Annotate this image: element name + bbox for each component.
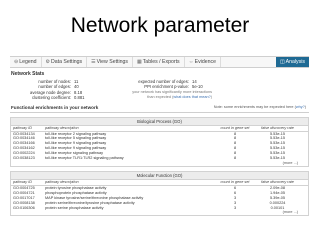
table-caption: Molecular Function (GO) (11, 171, 308, 180)
stats-right: expected number of edges: 14 PPI enrichme… (94, 79, 212, 101)
tab-legend[interactable]: ⊖ Legend (10, 57, 42, 67)
table-cell: protein serine phosphatase activity (45, 205, 104, 210)
why-link[interactable]: why? (296, 105, 305, 109)
tab-evidence[interactable]: ⇔ Evidence (185, 57, 221, 67)
ppi-note-2: than expected (what does that mean?) (94, 95, 212, 100)
enrichment-note-text: ) (304, 105, 306, 110)
enrichment-table-biological-process: Biological Process (GO) pathway ID pathw… (10, 116, 309, 167)
column-header: false discovery rate (261, 125, 294, 130)
tab-data-settings[interactable]: ⚙ Data Settings (42, 57, 88, 67)
table-cell: toll-like receptor TLR1:TLR2 signaling p… (45, 156, 124, 161)
tab-label: View Settings (96, 59, 128, 65)
functional-enrichments-header: Functional enrichments in your network N… (10, 104, 309, 113)
ppi-note-text: ) (210, 95, 212, 100)
table-cell: GO:0106306 (13, 205, 35, 210)
column-header: count in gene set (220, 125, 250, 130)
column-header: count in gene set (220, 179, 250, 184)
tab-tables-exports[interactable]: ▦ Tables / Exports (133, 57, 185, 67)
table-row[interactable]: GO:0038123 toll-like receptor TLR1:TLR2 s… (11, 156, 308, 161)
ppi-note-text: than expected ( (147, 95, 174, 100)
network-stats-heading: Network Stats (11, 71, 45, 77)
slide-title: Network parameter (70, 14, 250, 37)
tab-view-settings[interactable]: ☰ View Settings (87, 57, 133, 67)
stat-label: clustering coefficient: (31, 95, 71, 101)
enrichment-note-text: Note: some enrichments may be expected h… (213, 105, 296, 110)
stats-left: number of nodes: 11 number of edges: 40 av… (10, 79, 94, 101)
gear-icon: ⚙ (45, 59, 50, 65)
tab-label: Evidence (194, 59, 216, 65)
tab-bar: ⊖ Legend ⚙ Data Settings ☰ View Settings… (10, 56, 309, 68)
column-header: pathway description (45, 179, 79, 184)
network-stats: number of nodes: 11 number of edges: 40 av… (10, 79, 309, 101)
functional-enrichments-heading: Functional enrichments in your network (11, 104, 99, 110)
table-cell: GO:0038123 (13, 156, 35, 161)
enrichment-table-molecular-function: Molecular Function (GO) pathway ID pathw… (10, 170, 309, 217)
table-caption: Biological Process (GO) (11, 117, 308, 126)
tab-analysis[interactable]: ◫ Analysis (275, 57, 309, 67)
what-does-that-mean-link[interactable]: what does that mean? (173, 95, 210, 99)
circle-arrow-icon: ⊖ (14, 59, 19, 65)
column-header: pathway description (45, 125, 79, 130)
more-link[interactable]: (more ...) (11, 161, 308, 166)
table-cell: 3 (233, 205, 237, 210)
column-header: false discovery rate (261, 179, 294, 184)
chart-icon: ◫ (279, 59, 285, 65)
ppi-note-text: your network has significantly more inte… (132, 89, 212, 94)
tab-label: Analysis (285, 59, 305, 65)
table-icon: ▦ (136, 59, 142, 65)
column-header: pathway ID (13, 179, 32, 184)
column-header: pathway ID (13, 125, 32, 130)
tab-label: Data Settings (51, 59, 83, 65)
enrichment-note: Note: some enrichments may be expected h… (214, 105, 309, 109)
table-row[interactable]: GO:0106306 protein serine phosphatase act… (11, 206, 308, 211)
tab-label: Legend (19, 59, 37, 65)
tab-label: Tables / Exports (142, 59, 180, 65)
sliders-icon: ☰ (91, 59, 96, 65)
table-cell: 8 (233, 156, 237, 161)
link-icon: ⇔ (188, 59, 194, 65)
analysis-panel: ⊖ Legend ⚙ Data Settings ☰ View Settings… (10, 56, 309, 235)
stat-row: clustering coefficient: 0.881 (10, 95, 94, 100)
stat-value: 0.881 (74, 95, 85, 101)
more-link[interactable]: (more ...) (11, 210, 308, 215)
